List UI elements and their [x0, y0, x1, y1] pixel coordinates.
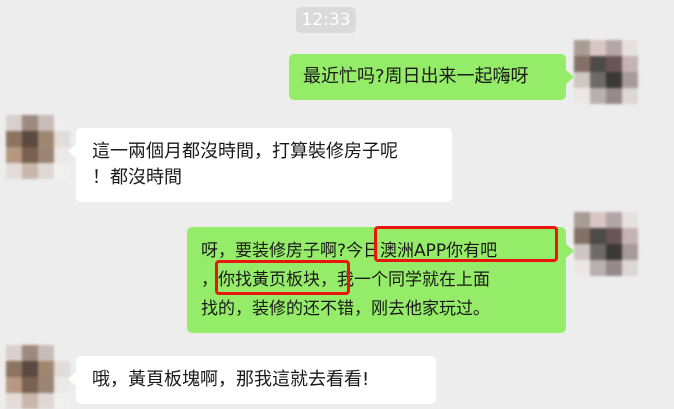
message-text: 這一兩個月都沒時間，打算裝修房子呢 [92, 141, 398, 162]
message-text: 呀，要装修房子啊? [201, 241, 347, 261]
message-line-3: 找的，装修的还不错，刚去他家玩过。 [201, 299, 490, 319]
highlight-box [374, 226, 558, 262]
message-bubble[interactable]: 這一兩個月都沒時間，打算裝修房子呢 ！都沒時間 [76, 128, 452, 202]
bubble-tail [68, 144, 76, 158]
timestamp-badge: 12:33 [296, 7, 356, 33]
self-avatar[interactable] [574, 40, 638, 104]
bubble-tail [566, 70, 574, 84]
message-text: 哦，黃頁板塊啊，那我這就去看看! [92, 369, 370, 390]
bubble-tail [68, 372, 76, 386]
contact-avatar[interactable] [6, 345, 70, 409]
self-avatar[interactable] [574, 212, 638, 276]
bubble-tail [566, 244, 574, 258]
message-bubble[interactable]: 哦，黃頁板塊啊，那我這就去看看! [76, 356, 436, 404]
message-text: ！都沒時間 [92, 167, 182, 188]
highlight-box [215, 260, 350, 295]
contact-avatar[interactable] [6, 115, 70, 179]
message-text: 最近忙吗?周日出来一起嗨呀 [303, 66, 529, 87]
message-bubble[interactable]: 最近忙吗?周日出来一起嗨呀 [289, 54, 566, 100]
